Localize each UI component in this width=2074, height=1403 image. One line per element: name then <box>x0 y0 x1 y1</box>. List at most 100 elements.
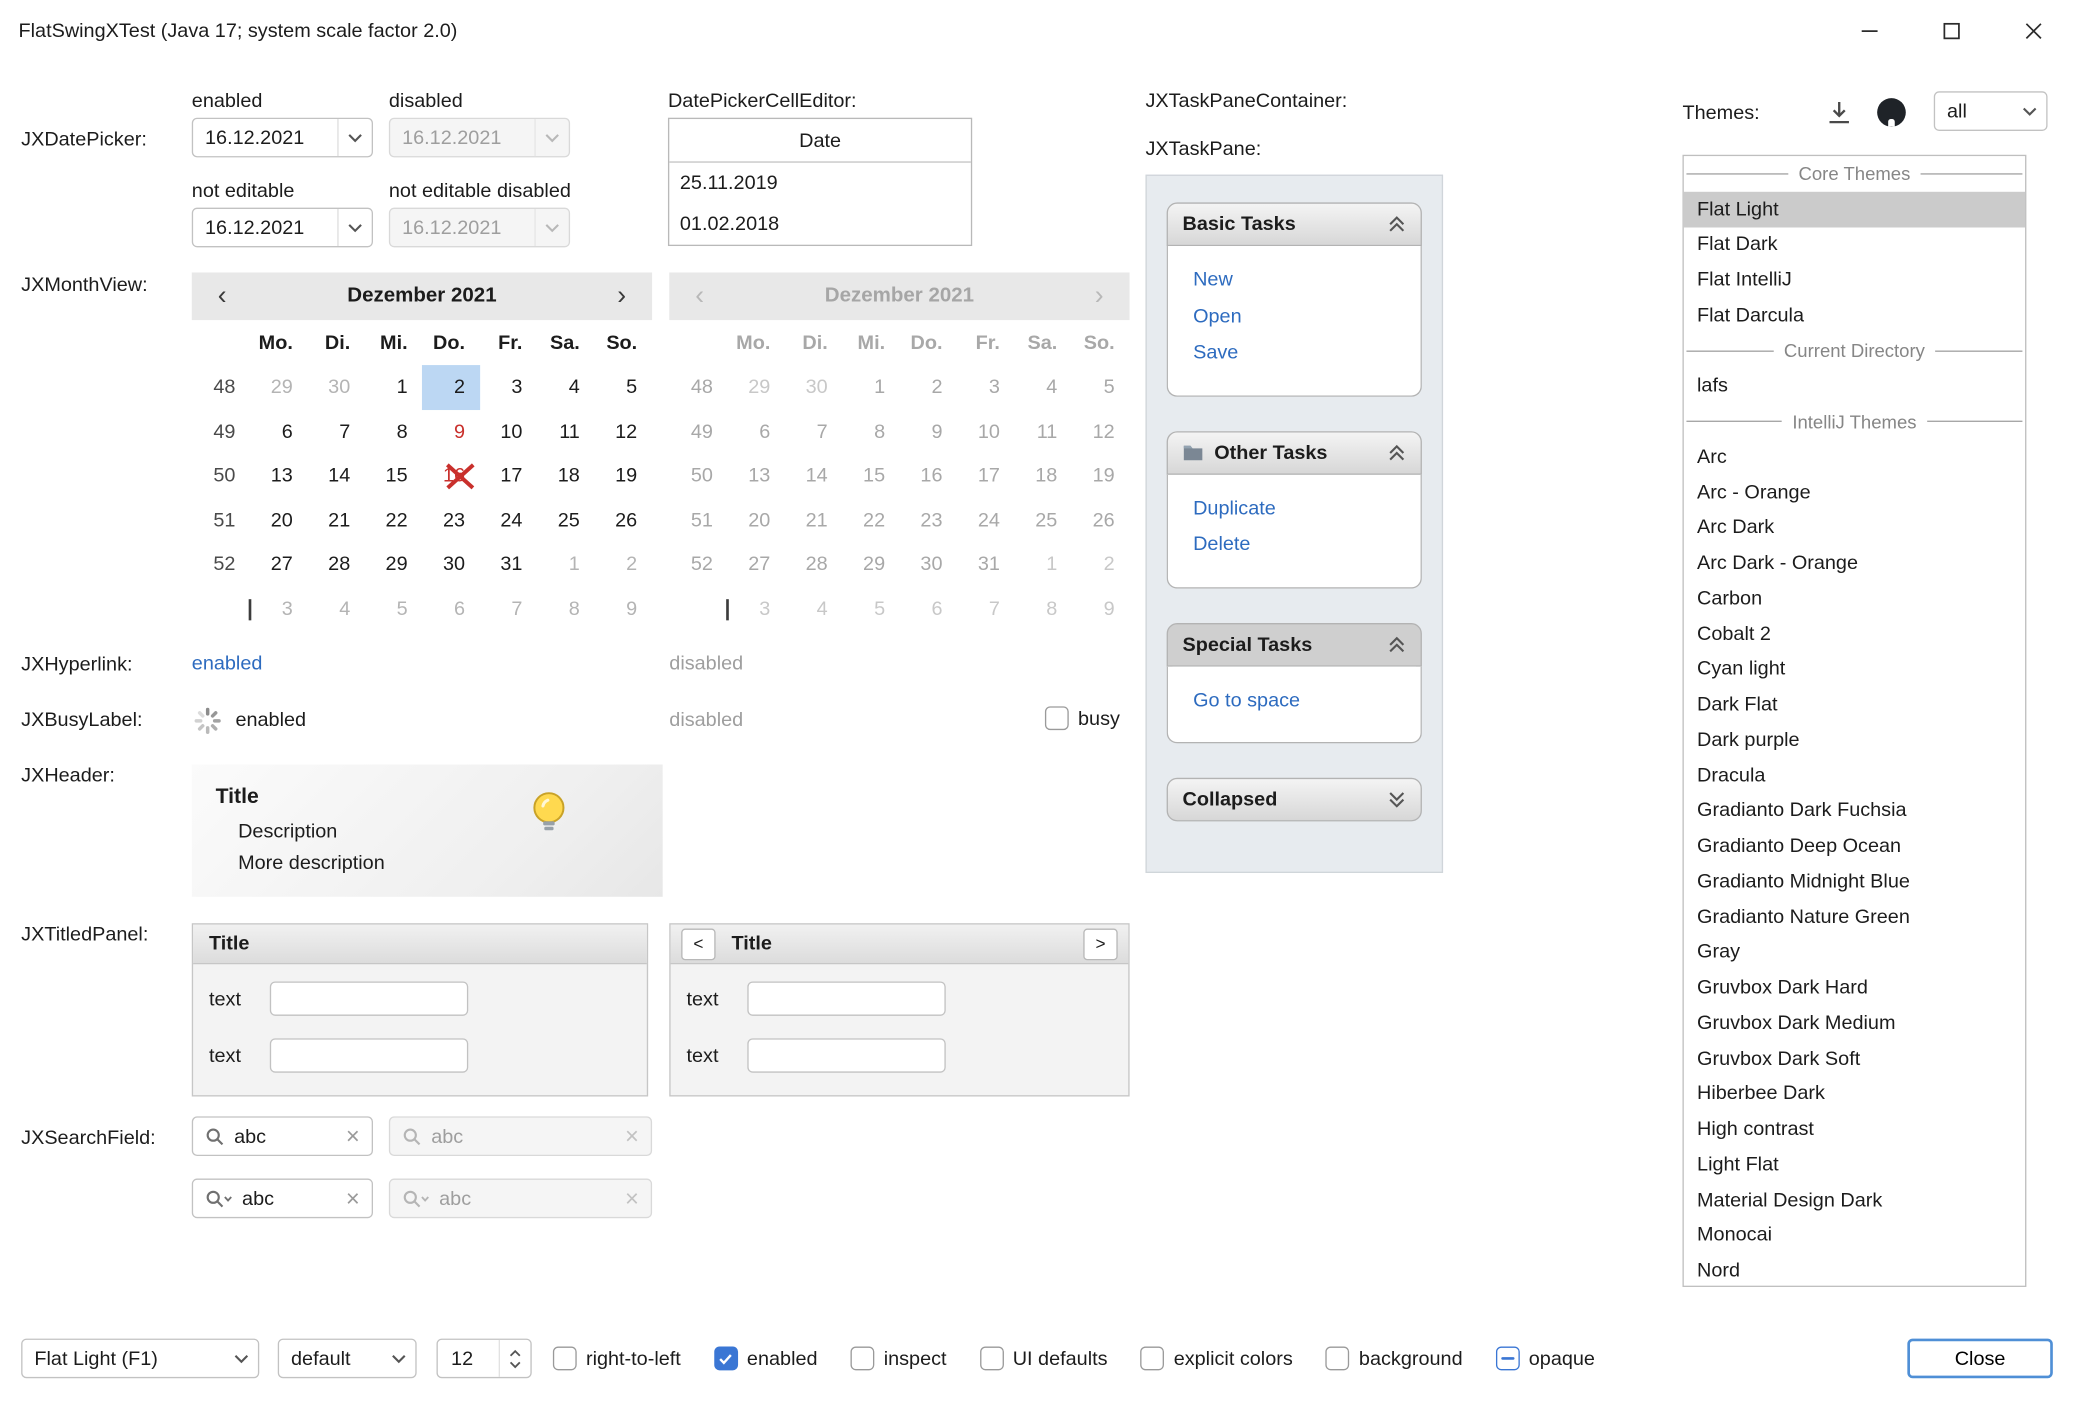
calendar-day[interactable]: 26 <box>594 498 651 542</box>
checkbox-box[interactable] <box>980 1347 1004 1371</box>
checkbox-box[interactable] <box>1326 1347 1350 1371</box>
calendar-day[interactable]: 1 <box>537 542 594 586</box>
theme-item-arc-dark-orange[interactable]: Arc Dark - Orange <box>1684 545 2025 580</box>
theme-item-arc[interactable]: Arc <box>1684 439 2025 474</box>
text-field[interactable] <box>270 1038 468 1072</box>
next-month-icon[interactable]: › <box>602 276 642 316</box>
taskpane-header[interactable]: Other Tasks <box>1167 431 1422 475</box>
theme-item-arc-dark[interactable]: Arc Dark <box>1684 510 2025 545</box>
calendar-day[interactable]: 9 <box>594 587 651 631</box>
task-link-go-to-space[interactable]: Go to space <box>1193 682 1421 718</box>
titledpanel-right-button[interactable]: > <box>1083 928 1117 960</box>
theme-item-gradianto-nature-green[interactable]: Gradianto Nature Green <box>1684 899 2025 934</box>
font-size-spinner[interactable]: 12 <box>436 1339 531 1379</box>
theme-item-gruvbox-dark-medium[interactable]: Gruvbox Dark Medium <box>1684 1005 2025 1040</box>
task-link-open[interactable]: Open <box>1193 298 1421 334</box>
style-combo[interactable]: default <box>278 1339 417 1379</box>
calendar-day[interactable]: 9 <box>422 409 479 453</box>
checkbox-box[interactable] <box>553 1347 577 1371</box>
calendar-day[interactable]: 21 <box>307 498 364 542</box>
clear-icon[interactable]: × <box>346 1124 360 1148</box>
chevron-down-icon[interactable] <box>381 1340 415 1377</box>
spinner-arrows[interactable] <box>499 1340 531 1377</box>
chevron-down-icon[interactable] <box>337 209 371 246</box>
download-icon[interactable] <box>1825 99 1853 127</box>
calendar-day[interactable]: 20 <box>250 498 307 542</box>
calendar-day[interactable]: 31 <box>480 542 537 586</box>
calendar-day[interactable]: 3 <box>250 587 307 631</box>
calendar-day[interactable]: 1 <box>365 365 422 409</box>
theme-item-flat-darcula[interactable]: Flat Darcula <box>1684 298 2025 333</box>
checkbox-box[interactable] <box>1141 1347 1165 1371</box>
calendar-day[interactable]: 11 <box>537 409 594 453</box>
task-link-duplicate[interactable]: Duplicate <box>1193 490 1421 526</box>
calendar-day[interactable]: 4 <box>537 365 594 409</box>
calendar-day[interactable]: 12 <box>594 409 651 453</box>
close-button[interactable]: Close <box>1907 1339 2052 1379</box>
theme-item-carbon[interactable]: Carbon <box>1684 581 2025 616</box>
theme-item-gruvbox-dark-hard[interactable]: Gruvbox Dark Hard <box>1684 970 2025 1005</box>
chevron-up-icon[interactable] <box>509 1348 521 1356</box>
theme-item-material-design-dark[interactable]: Material Design Dark <box>1684 1182 2025 1217</box>
chevron-down-icon[interactable] <box>224 1340 258 1377</box>
github-icon[interactable] <box>1874 95 1908 129</box>
checkbox-enabled[interactable]: enabled <box>714 1347 818 1371</box>
calendar-day[interactable]: 30 <box>307 365 364 409</box>
calendar-day[interactable]: 27 <box>250 542 307 586</box>
theme-item-gray[interactable]: Gray <box>1684 934 2025 969</box>
taskpane-header[interactable]: Basic Tasks <box>1167 202 1422 246</box>
themes-filter-combo[interactable]: all <box>1934 91 2048 131</box>
search-value[interactable]: abc <box>234 1125 336 1147</box>
calendar-day[interactable]: 28 <box>307 542 364 586</box>
busy-checkbox[interactable]: busy <box>1045 706 1120 730</box>
chevron-down-icon[interactable] <box>2012 93 2046 130</box>
search-menu-icon[interactable] <box>205 1188 233 1208</box>
theme-item-gradianto-deep-ocean[interactable]: Gradianto Deep Ocean <box>1684 828 2025 863</box>
calendar-day[interactable]: 16 <box>422 454 479 498</box>
hyperlink-enabled[interactable]: enabled <box>192 652 263 674</box>
checkbox-box[interactable] <box>1045 706 1069 730</box>
theme-item-lafs[interactable]: lafs <box>1684 368 2025 403</box>
titledpanel-left-button[interactable]: < <box>681 928 715 960</box>
task-link-delete[interactable]: Delete <box>1193 526 1421 562</box>
checkbox-background[interactable]: background <box>1326 1347 1463 1371</box>
theme-item-arc-orange[interactable]: Arc - Orange <box>1684 475 2025 510</box>
datepicker-enabled[interactable]: 16.12.2021 <box>192 118 373 158</box>
taskpane-header[interactable]: Collapsed <box>1167 778 1422 822</box>
searchfield-enabled[interactable]: abc × <box>192 1116 373 1156</box>
close-window-button[interactable] <box>1992 0 2074 61</box>
theme-item-high-contrast[interactable]: High contrast <box>1684 1111 2025 1146</box>
prev-month-icon[interactable]: ‹ <box>202 276 242 316</box>
theme-item-dark-flat[interactable]: Dark Flat <box>1684 687 2025 722</box>
theme-item-nord[interactable]: Nord <box>1684 1253 2025 1287</box>
datepicker-not-editable[interactable]: 16.12.2021 <box>192 208 373 248</box>
checkbox-right-to-left[interactable]: right-to-left <box>553 1347 681 1371</box>
calendar-day[interactable]: 22 <box>365 498 422 542</box>
theme-item-gradianto-dark-fuchsia[interactable]: Gradianto Dark Fuchsia <box>1684 793 2025 828</box>
task-link-save[interactable]: Save <box>1193 335 1421 371</box>
collapse-icon[interactable] <box>1388 216 1407 233</box>
calendar-day[interactable]: 14 <box>307 454 364 498</box>
theme-item-cobalt-2[interactable]: Cobalt 2 <box>1684 616 2025 651</box>
theme-item-flat-dark[interactable]: Flat Dark <box>1684 227 2025 262</box>
calendar-day[interactable]: 17 <box>480 454 537 498</box>
calendar-day[interactable]: 10 <box>480 409 537 453</box>
checkbox-explicit-colors[interactable]: explicit colors <box>1141 1347 1293 1371</box>
theme-item-flat-intellij[interactable]: Flat IntelliJ <box>1684 262 2025 297</box>
chevron-down-icon[interactable] <box>509 1360 521 1368</box>
text-field[interactable] <box>270 981 468 1015</box>
table-column-header[interactable]: Date <box>669 119 971 163</box>
calendar-day[interactable]: 7 <box>480 587 537 631</box>
taskpane-header[interactable]: Special Tasks <box>1167 622 1422 666</box>
calendar-day[interactable]: 4 <box>307 587 364 631</box>
calendar-day[interactable]: 3 <box>480 365 537 409</box>
theme-item-light-flat[interactable]: Light Flat <box>1684 1147 2025 1182</box>
theme-list[interactable]: Core ThemesFlat LightFlat DarkFlat Intel… <box>1682 155 2026 1287</box>
calendar-day[interactable]: 2 <box>422 365 479 409</box>
theme-item-gradianto-midnight-blue[interactable]: Gradianto Midnight Blue <box>1684 864 2025 899</box>
search-value[interactable]: abc <box>242 1187 337 1209</box>
calendar-day[interactable]: 8 <box>537 587 594 631</box>
maximize-button[interactable] <box>1910 0 1992 61</box>
checkbox-box[interactable] <box>1496 1347 1520 1371</box>
calendar-day[interactable]: 6 <box>422 587 479 631</box>
